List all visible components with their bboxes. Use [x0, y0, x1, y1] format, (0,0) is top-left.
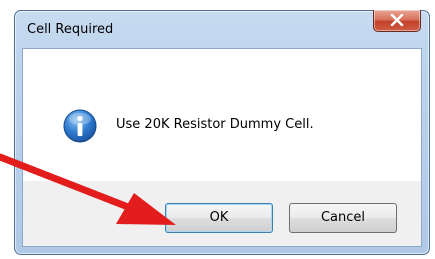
- red-arrow-icon: [0, 153, 176, 225]
